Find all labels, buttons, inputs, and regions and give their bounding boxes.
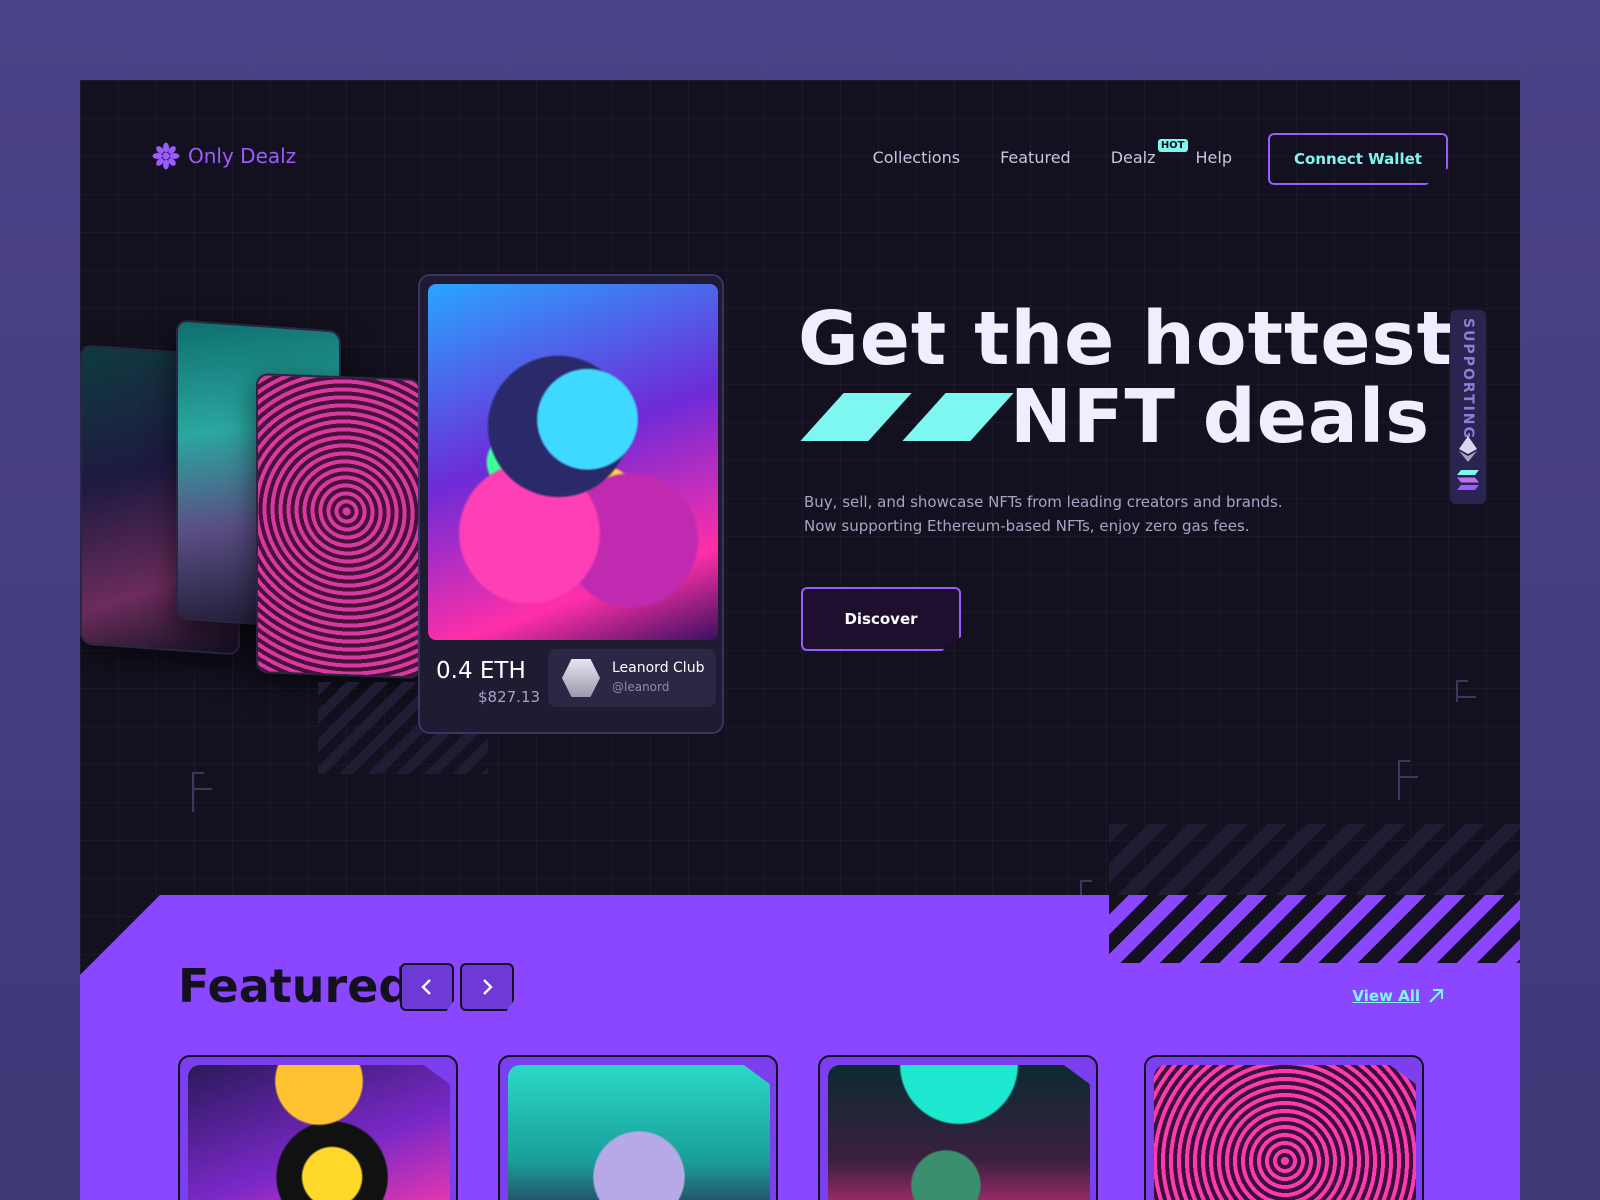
discover-button[interactable]: Discover xyxy=(801,587,961,651)
chevron-right-icon xyxy=(483,979,493,995)
nft-price-usd: $827.13 xyxy=(478,688,541,706)
hero-subtitle-line2: Now supporting Ethereum-based NFTs, enjo… xyxy=(804,517,1250,535)
view-all-label: View All xyxy=(1352,987,1420,1005)
hero-subtitle-line1: Buy, sell, and showcase NFTs from leadin… xyxy=(804,493,1283,511)
view-all-link[interactable]: View All xyxy=(1352,987,1444,1005)
brand-logo[interactable]: Only Dealz xyxy=(152,142,296,170)
nft-card-back-3 xyxy=(256,373,421,679)
main-nav: Collections Featured Dealz HOT Help xyxy=(873,139,1232,167)
nft-price-eth: 0.4 ETH xyxy=(436,658,526,684)
decorative-hatch xyxy=(1109,895,1520,963)
decorative-hatch xyxy=(1109,824,1520,898)
featured-section: Featured View All xyxy=(80,895,1520,1200)
hero-title-line2: NFT deals xyxy=(1010,374,1431,460)
corner-bracket xyxy=(192,772,212,812)
hero-title: Get the hottest NFT deals xyxy=(798,300,1453,456)
nav-featured[interactable]: Featured xyxy=(1000,148,1071,167)
supporting-label: SUPPORTING xyxy=(1460,318,1476,440)
nav-dealz-label: Dealz xyxy=(1110,148,1156,167)
supporting-chains: SUPPORTING xyxy=(1450,310,1486,504)
ethereum-icon xyxy=(1459,436,1477,462)
featured-prev-button[interactable] xyxy=(400,963,454,1011)
flower-logo-icon xyxy=(152,142,180,170)
arrow-up-right-icon xyxy=(1429,989,1443,1003)
slash-1 xyxy=(800,393,912,441)
nav-dealz[interactable]: Dealz HOT xyxy=(1110,139,1188,167)
featured-title: Featured xyxy=(178,959,412,1013)
corner-bracket xyxy=(1456,680,1476,702)
featured-nft-image xyxy=(1154,1065,1416,1200)
featured-nft-card[interactable] xyxy=(178,1055,458,1200)
nav-collections[interactable]: Collections xyxy=(873,148,960,167)
featured-nft-image xyxy=(508,1065,770,1200)
featured-nft-image xyxy=(828,1065,1090,1200)
slash-decoration xyxy=(798,393,1014,441)
featured-nft-card[interactable] xyxy=(1144,1055,1424,1200)
chevron-left-icon xyxy=(421,979,431,995)
brand-name: Only Dealz xyxy=(188,144,297,168)
hero-title-line2-row: NFT deals xyxy=(798,378,1453,456)
connect-wallet-button[interactable]: Connect Wallet xyxy=(1268,133,1448,185)
nav-help[interactable]: Help xyxy=(1196,148,1232,167)
corner-bracket xyxy=(1398,760,1418,800)
featured-next-button[interactable] xyxy=(460,963,514,1011)
owner-handle: @leanord xyxy=(612,680,670,694)
hero-title-line1: Get the hottest xyxy=(798,296,1453,382)
hero-subtitle: Buy, sell, and showcase NFTs from leadin… xyxy=(804,490,1283,538)
featured-nft-image xyxy=(188,1065,450,1200)
slash-2 xyxy=(902,393,1014,441)
hero-nft-card[interactable]: 0.4 ETH $827.13 Leanord Club @leanord xyxy=(418,274,724,734)
owner-box[interactable]: Leanord Club @leanord xyxy=(548,649,716,707)
hot-badge: HOT xyxy=(1157,139,1188,152)
landing-page-frame: Only Dealz Collections Featured Dealz HO… xyxy=(80,80,1520,1200)
featured-nft-card[interactable] xyxy=(818,1055,1098,1200)
featured-nft-card[interactable] xyxy=(498,1055,778,1200)
owner-name: Leanord Club xyxy=(612,660,705,676)
solana-icon xyxy=(1457,470,1479,490)
owner-avatar xyxy=(562,659,600,697)
hero-nft-image xyxy=(428,284,718,640)
